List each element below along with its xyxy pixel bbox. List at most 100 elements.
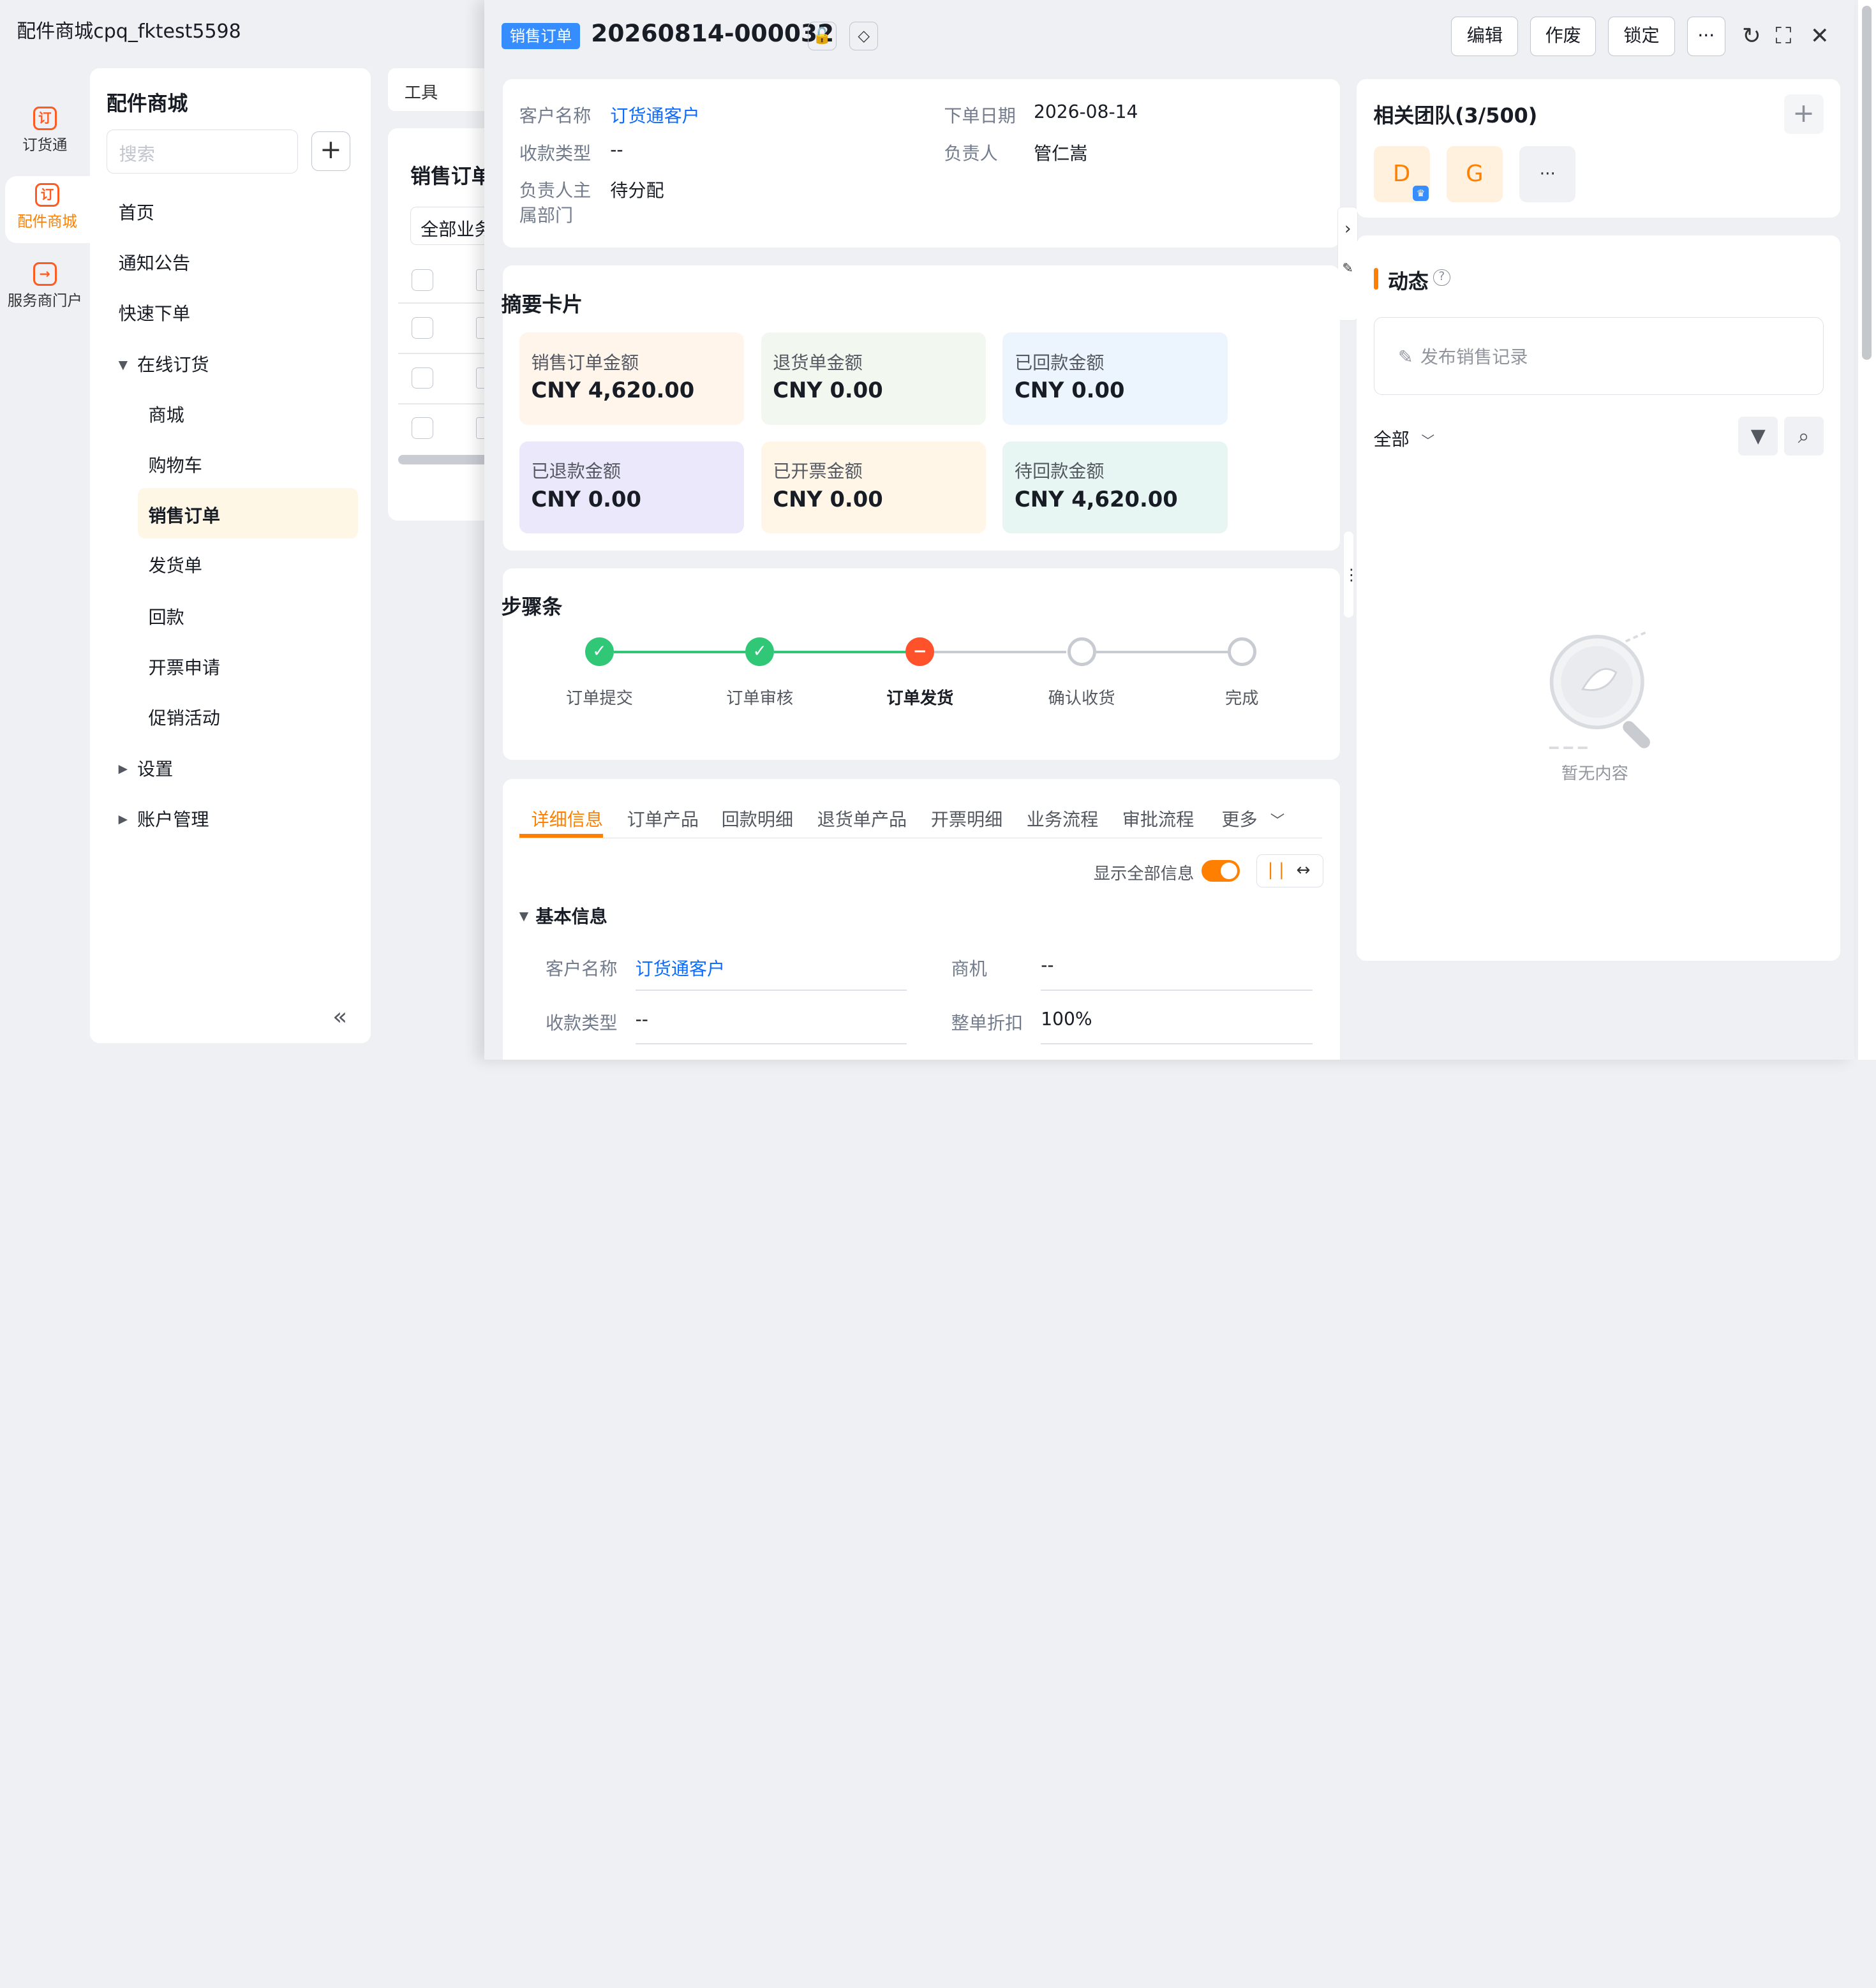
- nav-item-account[interactable]: ▶ 账户管理: [119, 805, 209, 831]
- field-underline: [635, 989, 907, 991]
- pin-icon[interactable]: ✎: [1338, 260, 1357, 276]
- collapse-icon[interactable]: «: [332, 1002, 347, 1030]
- summary-tile[interactable]: 退货单金额 CNY 0.00: [761, 332, 986, 425]
- step-connector: [934, 651, 1066, 653]
- panel-handle[interactable]: › ✎: [1337, 207, 1359, 321]
- drag-handle-icon[interactable]: ⋮: [1343, 531, 1359, 618]
- summary-label: 已回款金额: [1015, 352, 1105, 373]
- summary-label: 待回款金额: [1015, 461, 1105, 482]
- void-button[interactable]: 作废: [1530, 17, 1597, 57]
- nav-item-home[interactable]: 首页: [119, 198, 154, 225]
- chevron-down-icon: ﹀: [1421, 433, 1435, 449]
- section-label: 基本信息: [535, 905, 607, 927]
- add-button[interactable]: +: [311, 131, 351, 172]
- tag-icon[interactable]: ◇: [849, 21, 879, 50]
- owner: 管仁嵩: [1034, 142, 1088, 164]
- nav-item-cart[interactable]: 购物车: [149, 451, 202, 477]
- customer-link[interactable]: 订货通客户: [610, 101, 700, 128]
- portal-icon: →: [33, 262, 57, 286]
- nav-item-mall[interactable]: 商城: [149, 401, 184, 427]
- nav-title: 配件商城: [106, 91, 188, 115]
- nav-item-settings[interactable]: ▶ 设置: [119, 755, 174, 781]
- tab-more[interactable]: 更多 ﹀: [1221, 805, 1284, 831]
- nav-item-invoice[interactable]: 开票申请: [149, 653, 220, 679]
- more-members-button[interactable]: ···: [1519, 145, 1576, 202]
- nav-item-quick-order[interactable]: 快速下单: [119, 299, 190, 325]
- post-record-input[interactable]: ✎ 发布销售记录: [1373, 316, 1824, 395]
- section-basic-info[interactable]: ▼ 基本信息: [519, 902, 607, 928]
- nav-item-promotion[interactable]: 促销活动: [149, 704, 220, 730]
- scrollbar-thumb[interactable]: [1861, 6, 1872, 360]
- tab-invoices[interactable]: 开票明细: [931, 805, 1002, 831]
- summary-tile[interactable]: 已开票金额 CNY 0.00: [761, 441, 986, 534]
- step-label: 完成: [1225, 688, 1259, 708]
- edit-button[interactable]: 编辑: [1451, 17, 1519, 57]
- unlock-icon[interactable]: 🔓: [807, 21, 837, 50]
- field-label: 负责人主: [519, 179, 592, 201]
- close-icon[interactable]: ✕: [1810, 23, 1829, 49]
- tab-label: 更多: [1221, 808, 1258, 830]
- filter-label: 全部: [1373, 428, 1410, 450]
- nav-item-online-order[interactable]: ▼ 在线订货: [119, 350, 209, 376]
- tab-divider: [519, 837, 1322, 839]
- step-connector: [774, 651, 906, 653]
- search-input[interactable]: 搜索: [106, 129, 298, 174]
- nav-item-notice[interactable]: 通知公告: [119, 249, 190, 275]
- show-all-toggle[interactable]: [1201, 860, 1240, 882]
- tab-business-flow[interactable]: 业务流程: [1027, 805, 1098, 831]
- rail-label: 服务商门户: [7, 291, 82, 309]
- fullscreen-icon[interactable]: ⛶: [1776, 23, 1792, 50]
- rail-label: 配件商城: [17, 212, 77, 231]
- step-done-icon: ✓: [584, 637, 614, 667]
- field-label: 商机: [951, 958, 987, 980]
- field-label: 收款类型: [519, 142, 592, 164]
- field-underline: [635, 1043, 907, 1044]
- summary-value: CNY 0.00: [773, 378, 883, 403]
- lock-button[interactable]: 锁定: [1608, 17, 1675, 57]
- nav-item-payment[interactable]: 回款: [149, 603, 184, 629]
- columns-icon[interactable]: | |: [1268, 855, 1284, 886]
- nav-item-sales-order[interactable]: 销售订单: [137, 488, 358, 538]
- nav-item-delivery[interactable]: 发货单: [149, 551, 202, 577]
- more-button[interactable]: ···: [1686, 17, 1725, 57]
- field-label: 负责人: [944, 142, 998, 164]
- tab-detail[interactable]: 详细信息: [532, 805, 603, 831]
- tab-payments[interactable]: 回款明细: [722, 805, 793, 831]
- summary-tile[interactable]: 待回款金额 CNY 4,620.00: [1002, 441, 1228, 534]
- step-connector: [1096, 651, 1228, 653]
- activity-filter[interactable]: 全部 ﹀: [1374, 425, 1435, 451]
- nav-item-label: 设置: [137, 759, 174, 780]
- customer-link[interactable]: 订货通客户: [636, 954, 726, 981]
- add-member-button[interactable]: +: [1783, 94, 1824, 134]
- summary-label: 退货单金额: [773, 352, 863, 373]
- row-checkbox[interactable]: [412, 269, 433, 291]
- row-checkbox[interactable]: [412, 417, 433, 440]
- order-number: 20260814-000032: [591, 19, 835, 47]
- layout-switch[interactable]: | | ↔: [1256, 854, 1323, 888]
- summary-tile[interactable]: 已回款金额 CNY 0.00: [1002, 332, 1228, 425]
- field-label: 整单折扣: [951, 1012, 1024, 1034]
- opportunity-value: --: [1041, 954, 1054, 976]
- field-underline: [1041, 989, 1313, 991]
- page-scrollbar[interactable]: [1857, 0, 1876, 1060]
- summary-label: 销售订单金额: [531, 352, 639, 373]
- tab-products[interactable]: 订单产品: [627, 805, 699, 831]
- tab-return-products[interactable]: 退货单产品: [817, 805, 907, 831]
- rail-item-dinghuotong[interactable]: 订 订货通: [5, 100, 86, 167]
- avatar[interactable]: G: [1446, 145, 1503, 202]
- filter-icon[interactable]: ▼: [1738, 416, 1778, 456]
- chevron-right-icon[interactable]: ›: [1338, 219, 1357, 239]
- rail-item-parts-mall[interactable]: 订 配件商城: [4, 175, 90, 243]
- help-icon[interactable]: ?: [1433, 269, 1450, 286]
- search-icon[interactable]: ⌕: [1783, 416, 1824, 456]
- summary-tile[interactable]: 销售订单金额 CNY 4,620.00: [519, 332, 745, 425]
- step-label: 订单提交: [565, 688, 633, 708]
- expand-width-icon[interactable]: ↔: [1297, 855, 1311, 886]
- summary-tile[interactable]: 已退款金额 CNY 0.00: [519, 441, 745, 534]
- row-checkbox[interactable]: [412, 367, 433, 389]
- list-title: 销售订单: [410, 164, 492, 189]
- row-checkbox[interactable]: [412, 316, 433, 339]
- refresh-icon[interactable]: ↻: [1742, 23, 1761, 49]
- tab-approval-flow[interactable]: 审批流程: [1122, 805, 1194, 831]
- rail-item-service-portal[interactable]: → 服务商门户: [5, 255, 86, 322]
